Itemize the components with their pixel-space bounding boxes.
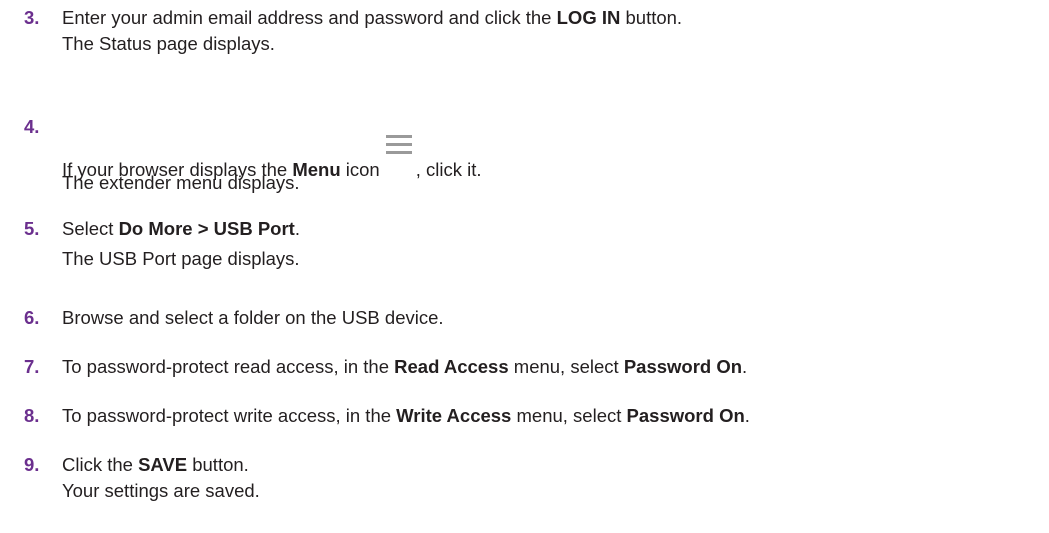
step-number: 4.: [24, 116, 40, 137]
text: To password-protect write access, in the: [62, 405, 397, 426]
text: .: [742, 356, 748, 377]
step-instruction: Enter your admin email address and passw…: [62, 5, 682, 31]
text: menu, select: [508, 356, 624, 377]
ui-term: Password On: [626, 405, 745, 426]
step-result: The USB Port page displays.: [62, 246, 300, 272]
ui-term: Read Access: [394, 356, 509, 377]
ui-term: Menu: [292, 159, 341, 180]
step-number: 9.: [24, 454, 40, 475]
step-instruction: Click the SAVE button.: [62, 452, 249, 478]
text: To password-protect read access, in the: [62, 356, 395, 377]
step-number: 8.: [24, 405, 40, 426]
hamburger-menu-icon: [384, 135, 414, 176]
step-instruction: To password-protect read access, in the …: [62, 354, 747, 380]
text: Select: [62, 218, 119, 239]
text: .: [294, 218, 300, 239]
step-instruction: Browse and select a folder on the USB de…: [62, 305, 444, 331]
text: .: [744, 405, 750, 426]
text: menu, select: [511, 405, 627, 426]
text: icon: [340, 159, 380, 180]
text: Click the: [62, 454, 139, 475]
step-result: The Status page displays.: [62, 31, 275, 57]
text: Browse and select a folder on the USB de…: [62, 307, 444, 328]
text: The Status page displays.: [62, 33, 275, 54]
step-number: 6.: [24, 307, 40, 328]
text: The extender menu displays.: [62, 172, 300, 193]
step-number: 7.: [24, 356, 40, 377]
step-result: The extender menu displays.: [62, 170, 300, 196]
step-instruction: To password-protect write access, in the…: [62, 403, 750, 429]
text: Enter your admin email address and passw…: [62, 7, 557, 28]
ui-term: Write Access: [396, 405, 512, 426]
ui-term: Do More > USB Port: [118, 218, 295, 239]
step-number: 5.: [24, 218, 40, 239]
text: Your settings are saved.: [62, 480, 260, 501]
text: button.: [620, 7, 683, 28]
text: The USB Port page displays.: [62, 248, 300, 269]
step-number: 3.: [24, 7, 40, 28]
step-result: Your settings are saved.: [62, 478, 260, 504]
ui-term: Password On: [623, 356, 743, 377]
step-instruction: Select Do More > USB Port.: [62, 216, 300, 242]
ui-term: LOG IN: [556, 7, 621, 28]
text: , click it.: [415, 159, 482, 180]
ui-term: SAVE: [138, 454, 188, 475]
text: button.: [187, 454, 249, 475]
